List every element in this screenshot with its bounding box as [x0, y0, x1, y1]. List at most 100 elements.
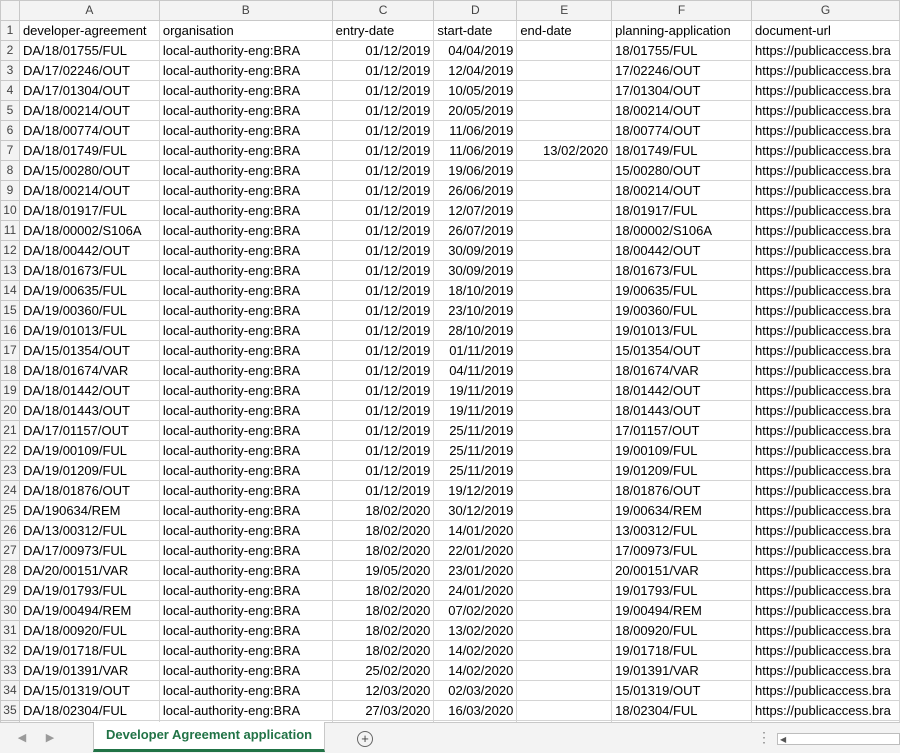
- table-cell[interactable]: [516, 360, 613, 381]
- table-cell[interactable]: DA/18/00214/OUT: [18, 100, 160, 121]
- table-cell[interactable]: DA/19/00494/REM: [18, 600, 160, 621]
- table-cell[interactable]: 01/12/2019: [331, 420, 435, 441]
- table-cell[interactable]: https://publicaccess.bra: [750, 380, 900, 401]
- table-cell[interactable]: DA/15/01354/OUT: [18, 340, 160, 361]
- table-cell[interactable]: local-authority-eng:BRA: [158, 360, 333, 381]
- table-cell[interactable]: local-authority-eng:BRA: [158, 280, 333, 301]
- table-cell[interactable]: 19/11/2019: [433, 400, 518, 421]
- row-header[interactable]: 5: [0, 100, 20, 121]
- table-cell[interactable]: [516, 80, 613, 101]
- table-cell[interactable]: https://publicaccess.bra: [750, 660, 900, 681]
- table-cell[interactable]: DA/18/01673/FUL: [18, 260, 160, 281]
- table-cell[interactable]: 01/12/2019: [331, 460, 435, 481]
- table-cell[interactable]: local-authority-eng:BRA: [158, 160, 333, 181]
- table-cell[interactable]: https://publicaccess.bra: [750, 160, 900, 181]
- table-cell[interactable]: local-authority-eng:BRA: [158, 520, 333, 541]
- table-cell[interactable]: DA/18/00214/OUT: [18, 180, 160, 201]
- table-cell[interactable]: 19/00109/FUL: [611, 440, 752, 461]
- table-cell[interactable]: https://publicaccess.bra: [750, 200, 900, 221]
- table-cell[interactable]: local-authority-eng:BRA: [158, 440, 333, 461]
- table-cell[interactable]: 01/12/2019: [331, 260, 435, 281]
- row-header[interactable]: 17: [0, 340, 20, 361]
- table-cell[interactable]: 30/09/2019: [433, 240, 518, 261]
- table-cell[interactable]: [516, 420, 613, 441]
- table-cell[interactable]: https://publicaccess.bra: [750, 60, 900, 81]
- table-cell[interactable]: [516, 700, 613, 721]
- table-cell[interactable]: 18/01674/VAR: [611, 360, 752, 381]
- table-cell[interactable]: https://publicaccess.bra: [750, 280, 900, 301]
- row-header[interactable]: 31: [0, 620, 20, 641]
- table-cell[interactable]: https://publicaccess.bra: [750, 480, 900, 501]
- row-header[interactable]: 21: [0, 420, 20, 441]
- table-cell[interactable]: https://publicaccess.bra: [750, 240, 900, 261]
- table-cell[interactable]: 10/05/2019: [433, 80, 518, 101]
- table-cell[interactable]: DA/18/01876/OUT: [18, 480, 160, 501]
- table-cell[interactable]: DA/19/01209/FUL: [18, 460, 160, 481]
- table-cell[interactable]: local-authority-eng:BRA: [158, 60, 333, 81]
- table-cell[interactable]: DA/15/00280/OUT: [18, 160, 160, 181]
- table-cell[interactable]: 18/01443/OUT: [611, 400, 752, 421]
- table-cell[interactable]: 20/05/2019: [433, 100, 518, 121]
- table-cell[interactable]: 18/00002/S106A: [611, 220, 752, 241]
- table-cell[interactable]: 07/02/2020: [433, 600, 518, 621]
- header-cell[interactable]: developer-agreement: [18, 20, 160, 41]
- table-cell[interactable]: DA/13/00312/FUL: [18, 520, 160, 541]
- table-cell[interactable]: 01/12/2019: [331, 80, 435, 101]
- table-cell[interactable]: local-authority-eng:BRA: [158, 700, 333, 721]
- row-header[interactable]: 2: [0, 40, 20, 61]
- table-cell[interactable]: local-authority-eng:BRA: [158, 640, 333, 661]
- table-cell[interactable]: [516, 60, 613, 81]
- row-header[interactable]: 23: [0, 460, 20, 481]
- table-cell[interactable]: https://publicaccess.bra: [750, 440, 900, 461]
- table-cell[interactable]: DA/17/00973/FUL: [18, 540, 160, 561]
- table-cell[interactable]: [516, 680, 613, 701]
- table-cell[interactable]: local-authority-eng:BRA: [158, 400, 333, 421]
- table-cell[interactable]: 19/01209/FUL: [611, 460, 752, 481]
- row-header[interactable]: 24: [0, 480, 20, 501]
- table-cell[interactable]: DA/18/01674/VAR: [18, 360, 160, 381]
- table-cell[interactable]: local-authority-eng:BRA: [158, 500, 333, 521]
- table-cell[interactable]: 20/00151/VAR: [611, 560, 752, 581]
- table-cell[interactable]: DA/18/01755/FUL: [18, 40, 160, 61]
- table-cell[interactable]: 01/12/2019: [331, 320, 435, 341]
- table-cell[interactable]: DA/18/00774/OUT: [18, 120, 160, 141]
- table-cell[interactable]: DA/18/00002/S106A: [18, 220, 160, 241]
- table-cell[interactable]: [516, 120, 613, 141]
- row-header[interactable]: 28: [0, 560, 20, 581]
- table-cell[interactable]: 18/02/2020: [331, 640, 435, 661]
- table-cell[interactable]: 01/12/2019: [331, 140, 435, 161]
- table-cell[interactable]: local-authority-eng:BRA: [158, 220, 333, 241]
- table-cell[interactable]: 19/00360/FUL: [611, 300, 752, 321]
- select-all-corner[interactable]: [0, 0, 20, 21]
- table-cell[interactable]: DA/19/00109/FUL: [18, 440, 160, 461]
- table-cell[interactable]: [516, 400, 613, 421]
- table-cell[interactable]: DA/20/00151/VAR: [18, 560, 160, 581]
- table-cell[interactable]: [516, 280, 613, 301]
- table-cell[interactable]: [516, 380, 613, 401]
- table-cell[interactable]: DA/18/00920/FUL: [18, 620, 160, 641]
- table-cell[interactable]: https://publicaccess.bra: [750, 320, 900, 341]
- table-cell[interactable]: https://publicaccess.bra: [750, 360, 900, 381]
- table-cell[interactable]: 04/04/2019: [433, 40, 518, 61]
- table-cell[interactable]: DA/18/02304/FUL: [18, 700, 160, 721]
- table-cell[interactable]: local-authority-eng:BRA: [158, 80, 333, 101]
- table-cell[interactable]: 23/01/2020: [433, 560, 518, 581]
- table-cell[interactable]: 17/01157/OUT: [611, 420, 752, 441]
- table-cell[interactable]: DA/19/00635/FUL: [18, 280, 160, 301]
- table-cell[interactable]: [516, 260, 613, 281]
- table-cell[interactable]: https://publicaccess.bra: [750, 140, 900, 161]
- table-cell[interactable]: 19/00635/FUL: [611, 280, 752, 301]
- table-cell[interactable]: 01/12/2019: [331, 60, 435, 81]
- table-cell[interactable]: [516, 520, 613, 541]
- table-cell[interactable]: [516, 500, 613, 521]
- table-cell[interactable]: 01/12/2019: [331, 480, 435, 501]
- table-cell[interactable]: [516, 100, 613, 121]
- table-cell[interactable]: 01/12/2019: [331, 340, 435, 361]
- table-cell[interactable]: 23/10/2019: [433, 300, 518, 321]
- table-cell[interactable]: 18/01442/OUT: [611, 380, 752, 401]
- table-cell[interactable]: [516, 320, 613, 341]
- table-cell[interactable]: 18/10/2019: [433, 280, 518, 301]
- table-cell[interactable]: 18/00214/OUT: [611, 180, 752, 201]
- table-cell[interactable]: 18/00214/OUT: [611, 100, 752, 121]
- table-cell[interactable]: https://publicaccess.bra: [750, 120, 900, 141]
